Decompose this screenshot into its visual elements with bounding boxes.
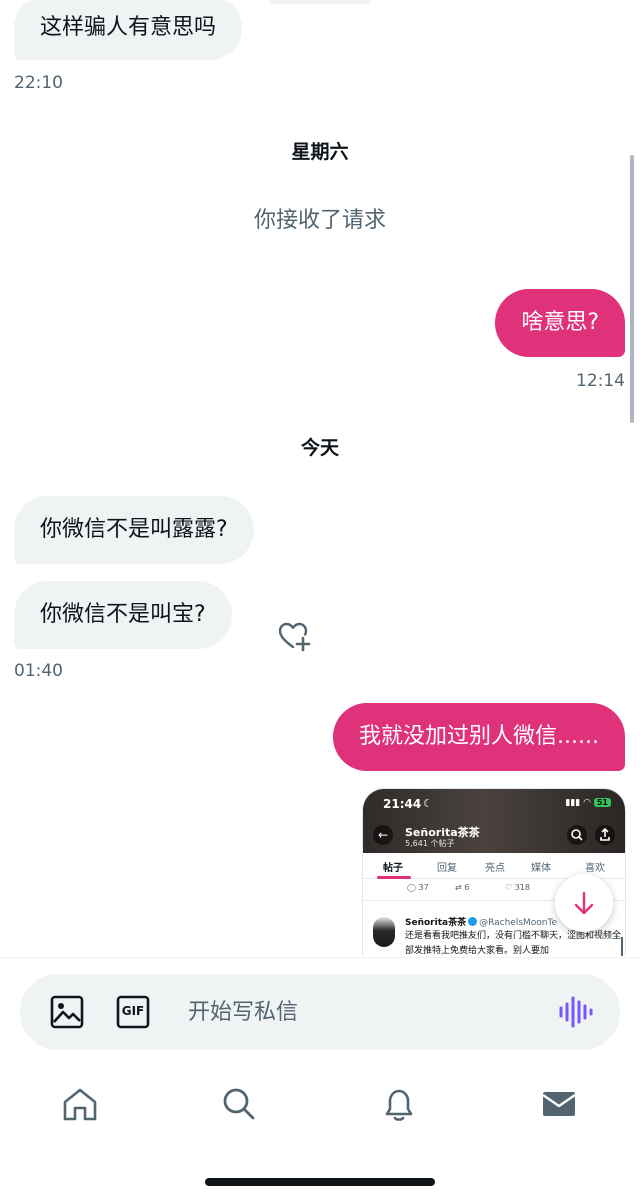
- gif-icon[interactable]: GIF: [114, 993, 152, 1031]
- image-icon[interactable]: [48, 993, 86, 1031]
- signal-icon: ▮▮▮: [565, 798, 581, 808]
- outgoing-message-bubble[interactable]: 我就没加过别人微信......: [333, 703, 625, 771]
- verified-badge-icon: [468, 917, 478, 926]
- like-count: 318: [514, 883, 530, 892]
- top-edge-fragment: [268, 0, 372, 4]
- moon-icon: ☾: [423, 797, 433, 810]
- message-timestamp: 22:10: [14, 73, 63, 93]
- messages-envelope-icon[interactable]: [539, 1084, 579, 1124]
- message-timestamp: 12:14: [576, 371, 625, 391]
- battery-icon: 51: [593, 798, 611, 807]
- profile-tab: 媒体: [531, 863, 551, 874]
- composer-divider: [0, 957, 640, 958]
- message-composer: GIF: [20, 974, 620, 1050]
- message-text: 你微信不是叫宝?: [40, 602, 206, 627]
- post-handle: @RachelsMoonTe: [479, 918, 558, 928]
- reply-icon: ◯ 37: [407, 883, 429, 892]
- back-arrow-icon: ←: [373, 825, 393, 845]
- post-author-name: Señorita茶茶: [405, 918, 467, 928]
- message-text: 啥意思?: [521, 310, 599, 335]
- profile-tab: 帖子: [383, 863, 403, 874]
- post-author: Señorita茶茶 @RachelsMoonTe: [405, 915, 557, 928]
- outgoing-message-bubble[interactable]: 啥意思?: [495, 289, 625, 357]
- voice-waveform-icon[interactable]: [556, 993, 594, 1031]
- message-text: 我就没加过别人微信......: [359, 724, 599, 749]
- add-reaction-heart-icon[interactable]: [276, 618, 312, 654]
- repost-count: 6: [464, 883, 470, 892]
- day-separator: 星期六: [291, 141, 349, 163]
- home-indicator: [205, 1178, 435, 1186]
- scroll-indicator: [621, 937, 623, 956]
- incoming-message-bubble[interactable]: 这样骗人有意思吗: [14, 0, 243, 60]
- profile-tab: 亮点: [485, 863, 505, 874]
- message-timestamp: 01:40: [14, 661, 63, 681]
- profile-header-banner: 21:44 ☾ ▮▮▮ ◠ 51 ← Señorita茶茶 5,641 个帖子: [363, 789, 625, 853]
- status-icons: ▮▮▮ ◠ 51: [565, 798, 611, 808]
- message-text: 这样骗人有意思吗: [40, 15, 217, 40]
- gif-label: GIF: [121, 1004, 145, 1018]
- profile-tab: 喜欢: [585, 863, 605, 874]
- home-icon[interactable]: [60, 1084, 100, 1124]
- avatar: [373, 917, 395, 947]
- share-icon: [595, 825, 615, 845]
- scrollbar[interactable]: [630, 155, 634, 423]
- profile-tab: 回复: [437, 863, 457, 874]
- message-text: 你微信不是叫露露?: [40, 517, 228, 542]
- search-icon[interactable]: [219, 1084, 259, 1124]
- incoming-message-bubble[interactable]: 你微信不是叫露露?: [14, 496, 254, 564]
- reply-count: 37: [418, 883, 429, 892]
- like-icon: ♡ 318: [505, 883, 530, 892]
- post-text: 还是看看我吧推友们，没有门槛不聊天，涩图和视频全部发推特上免费给大家看。别人要加: [405, 931, 622, 956]
- repost-icon: ⇄ 6: [455, 883, 470, 892]
- notifications-bell-icon[interactable]: [379, 1084, 419, 1124]
- day-separator: 今天: [300, 437, 339, 459]
- incoming-message-bubble[interactable]: 你微信不是叫宝?: [14, 581, 232, 649]
- status-time: 21:44: [383, 797, 422, 811]
- scroll-to-bottom-button[interactable]: [555, 874, 613, 932]
- wifi-icon: ◠: [583, 798, 591, 808]
- system-message: 你接收了请求: [253, 208, 386, 233]
- post-count: 5,641 个帖子: [405, 839, 455, 848]
- arrow-down-icon: [574, 891, 594, 915]
- message-input[interactable]: [188, 994, 548, 1030]
- search-icon: [567, 825, 587, 845]
